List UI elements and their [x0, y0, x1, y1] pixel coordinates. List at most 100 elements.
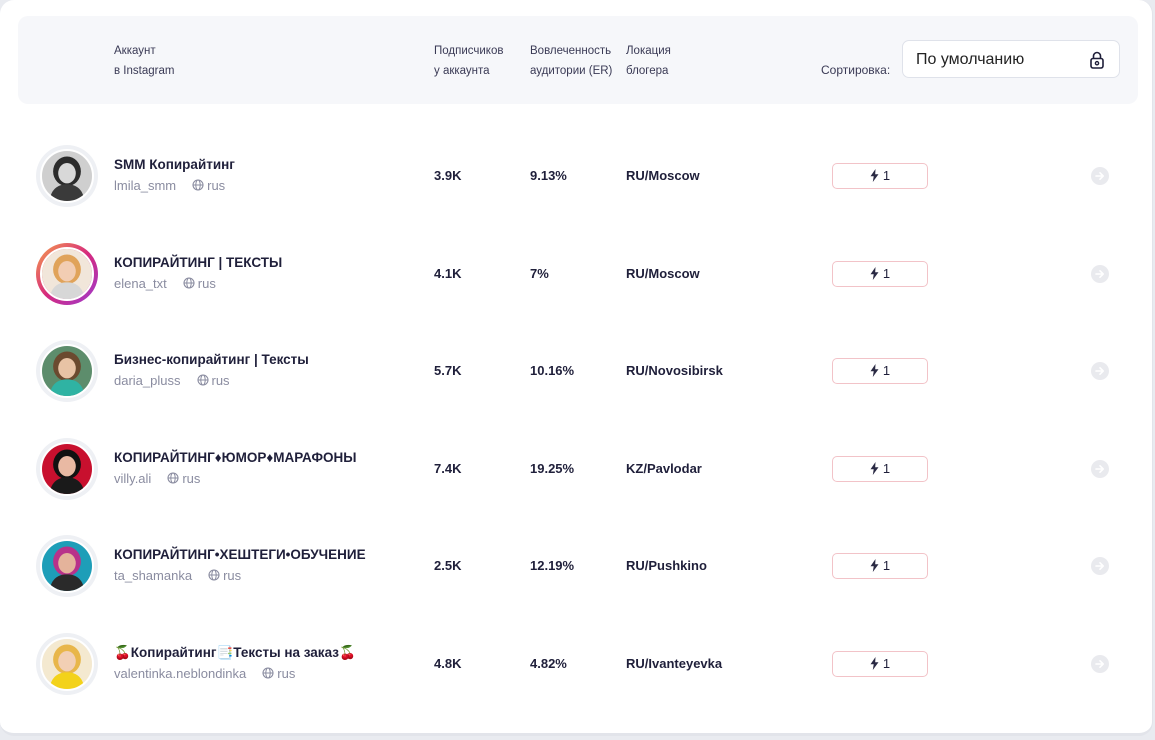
- subscribers-value: 2.5K: [434, 558, 462, 574]
- header-location-line2: блогера: [626, 65, 669, 77]
- boost-button[interactable]: 1: [832, 358, 928, 385]
- account-handle: daria_pluss: [114, 373, 181, 389]
- account-language: rus: [211, 373, 230, 389]
- location-value: RU/Pushkino: [626, 558, 707, 574]
- boost-count: 1: [882, 460, 891, 476]
- account-meta: ta_shamanka rus: [114, 568, 241, 583]
- boost-button[interactable]: 1: [832, 260, 928, 287]
- arrow-right-icon: [1095, 464, 1104, 473]
- lightning-icon: [870, 364, 879, 378]
- header-account: Аккаунт в Instagram: [114, 41, 174, 81]
- account-meta: lmila_smm rus: [114, 178, 225, 193]
- engagement-value: 7%: [530, 265, 549, 281]
- subscribers-value: 3.9K: [434, 168, 462, 183]
- location-value: RU/Moscow: [626, 168, 700, 183]
- engagement-value: 10.16%: [530, 363, 575, 379]
- account-handle: valentinka.neblondinka: [114, 666, 247, 681]
- arrow-right-icon: [1095, 660, 1104, 668]
- arrow-right-icon: [1095, 562, 1104, 571]
- table-row[interactable]: КОПИРАЙТИНГ♦ЮМОР♦МАРАФОНЫ villy.ali rus 7…: [0, 437, 1150, 536]
- table-row[interactable]: КОПИРАЙТИНГ•ХЕШТЕГИ•ОБУЧЕНИЕ ta_shamanka…: [0, 535, 1150, 633]
- engagement-value: 12.19%: [530, 558, 575, 574]
- account-meta: villy.ali rus: [114, 471, 200, 486]
- header-subscribers: Подписчиков у аккаунта: [434, 41, 503, 81]
- globe-icon: [167, 472, 179, 484]
- open-arrow-button[interactable]: [1091, 655, 1109, 673]
- header-engagement-line2: аудитории (ER): [530, 65, 613, 77]
- location-value: RU/Moscow: [626, 265, 700, 281]
- table-row[interactable]: КОПИРАЙТИНГ | ТЕКСТЫ elena_txt rus 4.1K 7…: [0, 242, 1150, 341]
- globe-icon: [183, 277, 195, 289]
- open-arrow-button[interactable]: [1091, 557, 1109, 576]
- header-subscribers-line1: Подписчиков: [434, 45, 504, 57]
- location-value: KZ/Pavlodar: [626, 460, 702, 476]
- account-handle: ta_shamanka: [114, 568, 193, 584]
- avatar-woman-with-laptop: [36, 340, 98, 403]
- header-engagement: Вовлеченность аудитории (ER): [530, 41, 612, 81]
- open-arrow-button[interactable]: [1091, 459, 1109, 478]
- account-name[interactable]: SMM Копирайтинг: [114, 157, 235, 172]
- subscribers-value: 5.7K: [434, 363, 462, 379]
- open-arrow-button[interactable]: [1091, 362, 1109, 381]
- lightning-icon: [870, 461, 879, 475]
- header-account-line2: в Instagram: [114, 65, 175, 77]
- account-meta: elena_txt rus: [114, 276, 216, 291]
- lock-icon: [1090, 51, 1104, 69]
- sort-dropdown[interactable]: По умолчанию: [902, 40, 1120, 78]
- account-name[interactable]: Бизнес-копирайтинг | Тексты: [114, 352, 309, 367]
- boost-button[interactable]: 1: [832, 553, 928, 580]
- avatar-woman-portrait-bw: [36, 145, 98, 207]
- account-handle: elena_txt: [114, 275, 167, 291]
- avatar-woman-yellow-dress: [36, 633, 98, 695]
- account-language: rus: [207, 178, 226, 193]
- open-arrow-button[interactable]: [1091, 167, 1109, 185]
- arrow-right-icon: [1095, 269, 1104, 278]
- boost-count: 1: [882, 363, 891, 379]
- account-name[interactable]: 🍒Копирайтинг📑Тексты на заказ🍒: [114, 645, 356, 661]
- globe-icon: [262, 667, 274, 679]
- boost-count: 1: [882, 558, 891, 574]
- location-value: RU/Ivanteyevka: [626, 656, 723, 671]
- avatar-woman-red-background: [36, 437, 98, 500]
- location-value: RU/Novosibirsk: [626, 363, 723, 379]
- account-name[interactable]: КОПИРАЙТИНГ | ТЕКСТЫ: [114, 255, 282, 270]
- table-row[interactable]: Бизнес-копирайтинг | Тексты daria_pluss r…: [0, 340, 1150, 438]
- header-account-line1: Аккаунт: [114, 45, 156, 57]
- account-language: rus: [277, 666, 296, 681]
- sort-label: Сортировка:: [821, 63, 891, 77]
- account-name[interactable]: КОПИРАЙТИНГ♦ЮМОР♦МАРАФОНЫ: [114, 450, 356, 465]
- account-language: rus: [182, 470, 201, 486]
- account-language: rus: [197, 275, 216, 291]
- globe-icon: [196, 374, 209, 386]
- header-subscribers-line2: у аккаунта: [434, 65, 490, 77]
- boost-count: 1: [882, 656, 891, 671]
- subscribers-value: 4.1K: [434, 265, 462, 281]
- arrow-right-icon: [1095, 172, 1104, 180]
- arrow-right-icon: [1095, 367, 1104, 376]
- account-name[interactable]: КОПИРАЙТИНГ•ХЕШТЕГИ•ОБУЧЕНИЕ: [114, 547, 366, 562]
- subscribers-value: 7.4K: [434, 460, 462, 476]
- engagement-value: 9.13%: [530, 168, 567, 183]
- lightning-icon: [870, 169, 879, 182]
- bloggers-card: Аккаунт в Instagram Подписчиков у аккаун…: [0, 0, 1153, 736]
- header-location: Локация блогера: [626, 41, 671, 81]
- account-meta: valentinka.neblondinka rus: [114, 666, 295, 681]
- account-language: rus: [223, 568, 242, 584]
- account-handle: lmila_smm: [114, 178, 177, 193]
- table-row[interactable]: 🍒Копирайтинг📑Тексты на заказ🍒 valentinka…: [0, 633, 1150, 731]
- globe-icon: [208, 569, 220, 581]
- boost-button[interactable]: 1: [832, 455, 928, 482]
- lightning-icon: [870, 657, 879, 670]
- table-header: Аккаунт в Instagram Подписчиков у аккаун…: [18, 16, 1138, 104]
- sort-dropdown-value: По умолчанию: [916, 51, 1025, 68]
- avatar-woman-sunglasses: [36, 535, 98, 598]
- subscribers-value: 4.8K: [434, 656, 462, 671]
- engagement-value: 4.82%: [530, 656, 567, 671]
- boost-button[interactable]: 1: [832, 651, 928, 677]
- boost-button[interactable]: 1: [832, 163, 928, 189]
- engagement-value: 19.25%: [530, 460, 575, 476]
- table-row[interactable]: SMM Копирайтинг lmila_smm rus 3.9K 9.13% …: [0, 145, 1150, 243]
- lightning-icon: [870, 266, 879, 280]
- open-arrow-button[interactable]: [1091, 264, 1109, 283]
- header-location-line1: Локация: [626, 45, 671, 57]
